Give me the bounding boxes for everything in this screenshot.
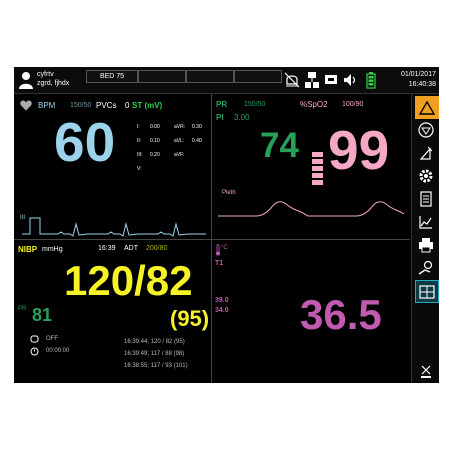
trend-chart-icon [419, 215, 432, 229]
alarm-silence-icon [418, 121, 434, 138]
spo2-label: %SpO2 [300, 100, 328, 109]
nibp-start-button[interactable] [415, 257, 437, 278]
settings-button[interactable] [415, 165, 437, 186]
sidebar [411, 94, 439, 383]
gear-icon [419, 169, 433, 182]
st-lead: II: [137, 138, 142, 144]
pi-value: 3.00 [234, 113, 250, 122]
nibp-panel[interactable]: NIBP mmHg 16:39 ADT 200/80 120/82 (95) P… [14, 240, 212, 383]
temp-unit: °C [221, 245, 228, 251]
nibp-history-item: 16:39:44; 120 / 82 (95) [124, 339, 185, 345]
st-lead: aVR: [174, 124, 186, 130]
st-label: ST (mV) [132, 101, 163, 110]
nibp-time: 16:39 [98, 245, 116, 252]
pr-label: PR [216, 100, 228, 109]
screen-layout-icon [419, 284, 435, 299]
patient-info-button[interactable] [415, 188, 437, 209]
temp-upper-limit: 39.0 [215, 297, 229, 304]
st-table: I: 0.00 aVR: 0.30 II: 0.10 aVL: 0.40 III… [132, 120, 210, 176]
volume-icon[interactable] [342, 71, 358, 89]
nibp-mode: ADT [124, 245, 138, 252]
trends-button[interactable] [415, 211, 437, 232]
nibp-history-item: 16:39:49; 117 / 88 (98) [124, 351, 185, 357]
patient-name[interactable]: cyfrtv zgrd, fjhdx [37, 70, 69, 88]
bed-slot-1[interactable] [138, 70, 186, 83]
layout-button[interactable] [415, 280, 439, 303]
battery-icon [366, 72, 376, 89]
nibp-cycle-state: OFF [46, 336, 58, 342]
monitor-screen: cyfrtv zgrd, fjhdx BED 75 01/01/2017 16:… [14, 67, 439, 383]
st-value: 0.30 [192, 124, 202, 130]
alarm-warning-icon [419, 100, 435, 115]
bed-slot-3[interactable] [234, 70, 282, 83]
nibp-pr-value: 81 [32, 305, 53, 325]
bed-label[interactable]: BED 75 [86, 70, 138, 83]
spo2-alarm-limits: 100/90 [342, 101, 364, 108]
hr-value: 60 [54, 111, 116, 173]
temp-channel: T1 [215, 260, 224, 267]
print-button[interactable] [415, 234, 437, 255]
nibp-history: 16:39:44; 120 / 82 (95) 16:39:49; 117 / … [124, 336, 188, 372]
alarm-button[interactable] [415, 96, 439, 119]
temp-value: 36.5 [300, 291, 382, 338]
nibp-label: NIBP [18, 245, 38, 254]
timer-icon [30, 347, 39, 356]
spo2-signal-bar [312, 152, 323, 186]
alarm-off-icon[interactable] [284, 71, 300, 89]
st-value: 0.00 [150, 124, 160, 130]
heart-icon [20, 100, 32, 111]
alarm-limits-button[interactable] [415, 142, 437, 163]
alarm-limits-icon [419, 146, 433, 160]
bed-slot-2[interactable] [186, 70, 234, 83]
nibp-history-item: 16:38:55; 117 / 93 (101) [124, 363, 188, 369]
st-lead: I: [137, 124, 140, 130]
top-bar: cyfrtv zgrd, fjhdx BED 75 01/01/2017 16:… [14, 67, 439, 94]
pvcs-value: 0 [125, 101, 130, 110]
auto-cycle-icon [30, 335, 39, 343]
date: 01/01/2017 [400, 71, 436, 78]
pr-value: 74 [260, 126, 299, 165]
date-time: 01/01/2017 16:40:38 [401, 70, 436, 90]
close-button[interactable] [415, 360, 437, 381]
nibp-mean: (95) [170, 306, 210, 331]
patient-name-line2: zgrd, fjhdx [37, 80, 70, 87]
time: 16:40:38 [408, 81, 436, 88]
nibp-unit: mmHg [42, 246, 63, 253]
network-icon[interactable] [304, 71, 320, 89]
alarm-silence-button[interactable] [415, 119, 437, 140]
st-lead: V: [137, 166, 142, 172]
st-value: 0.20 [150, 152, 160, 158]
pi-label: PI [216, 113, 224, 122]
patient-info-icon [420, 190, 432, 207]
st-lead: III: [137, 152, 143, 158]
st-value: 0.40 [192, 138, 202, 144]
pr-alarm-limits: 150/50 [244, 101, 266, 108]
nibp-pr-label: PR [18, 306, 27, 312]
patient-icon[interactable] [18, 71, 34, 89]
nibp-alarm-limits: 200/80 [146, 245, 168, 252]
hr-label: BPM [38, 101, 56, 110]
nibp-cuff-icon [418, 260, 433, 275]
nibp-timer: 00:00:00 [46, 348, 70, 354]
printer-icon [419, 237, 433, 252]
pleth-waveform [218, 201, 405, 217]
temp-panel[interactable]: °C T1 39.0 34.0 36.5 [212, 240, 410, 383]
temp-lower-limit: 34.0 [215, 307, 229, 314]
st-lead: aVL: [174, 138, 185, 144]
close-icon [421, 365, 431, 378]
st-value: 0.10 [150, 138, 160, 144]
patient-name-line1: cyfrtv [37, 71, 54, 78]
spo2-value: 99 [328, 119, 390, 181]
ecg-panel[interactable]: BPM 150/50 PVCs 0 ST (mV) 60 I: 0.00 aVR… [14, 94, 212, 240]
printer-status-icon[interactable] [323, 71, 339, 89]
st-lead: aVF: [174, 152, 185, 158]
nibp-value: 120/82 [64, 257, 193, 304]
ecg-waveform [22, 217, 206, 237]
spo2-panel[interactable]: PR 150/50 %SpO2 100/90 PI 3.00 74 99 Ple… [212, 94, 410, 240]
